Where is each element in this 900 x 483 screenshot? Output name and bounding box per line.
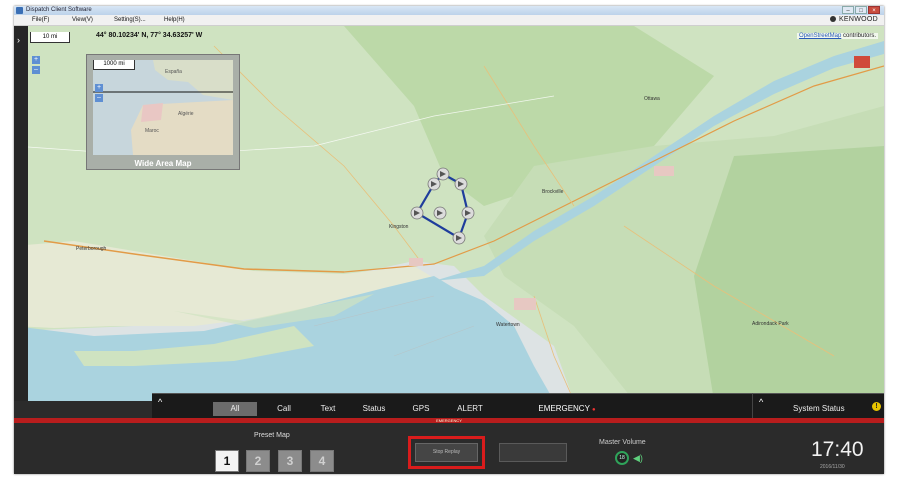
menu-file[interactable]: File(F)	[32, 17, 49, 23]
app-icon	[16, 7, 23, 14]
brand-text: KENWOOD	[838, 16, 878, 23]
master-volume-label: Master Volume	[599, 439, 646, 446]
osm-link[interactable]: OpenStreetMap	[799, 33, 841, 39]
message-tabs-panel: ^ All Call Text Status GPS ALERT EMERGEN…	[152, 393, 752, 419]
map-zoom-out-button[interactable]: –	[32, 66, 40, 74]
wide-area-map-view: España Algérie Maroc + –	[93, 60, 233, 155]
menu-setting[interactable]: Setting(S)...	[114, 17, 146, 23]
menu-bar: File(F) View(V) Setting(S)... Help(H) KE…	[14, 15, 884, 26]
collapse-icon[interactable]: ^	[158, 397, 162, 407]
map-label: Watertown	[496, 322, 520, 328]
wide-area-map-title: Wide Area Map	[134, 159, 192, 168]
map-label: Kingston	[389, 224, 409, 230]
highlight-box	[408, 436, 485, 469]
title-bar: Dispatch Client Software – □ ×	[14, 6, 884, 15]
preset-map-title: Preset Map	[254, 432, 290, 439]
side-panel-toggle[interactable]: ›	[14, 26, 28, 401]
tab-text[interactable]: Text	[308, 402, 348, 416]
preset-map-button-3[interactable]: 3	[278, 450, 302, 472]
kenwood-icon	[829, 16, 836, 22]
expand-icon: ›	[17, 35, 20, 45]
attribution-text: contributors.	[841, 33, 876, 39]
tab-emergency[interactable]: EMERGENCY ●	[527, 402, 607, 416]
maximize-button[interactable]: □	[855, 6, 867, 14]
map-label: Peterborough	[76, 246, 107, 252]
close-button[interactable]: ×	[868, 6, 880, 14]
wide-map-zoom-in-button[interactable]: +	[95, 84, 103, 92]
tab-gps[interactable]: GPS	[402, 402, 440, 416]
main-map[interactable]: › 10 mi 44° 80.10234' N, 77° 34.63257' W…	[14, 26, 884, 401]
clock-date: 2016/11/30	[820, 464, 845, 470]
emergency-bar: EMERGENCY	[14, 418, 884, 423]
map-zoom-in-button[interactable]: +	[32, 56, 40, 64]
menu-view[interactable]: View(V)	[72, 17, 93, 23]
preset-map-button-4[interactable]: 4	[310, 450, 334, 472]
map-coordinates: 44° 80.10234' N, 77° 34.63257' W	[96, 32, 203, 39]
collapse-icon[interactable]: ^	[759, 397, 763, 407]
clock-time: 17:40	[811, 438, 864, 461]
master-volume-knob[interactable]: 18	[615, 451, 629, 465]
kenwood-logo: KENWOOD	[829, 16, 878, 23]
system-status-label: System Status	[793, 404, 845, 413]
wide-area-map[interactable]: España Algérie Maroc + – 1000 mi Wide Ar…	[86, 54, 240, 170]
wide-map-label: Algérie	[178, 111, 194, 117]
minimize-button[interactable]: –	[842, 6, 854, 14]
dispatch-client-window: Dispatch Client Software – □ × File(F) V…	[14, 6, 884, 474]
map-label: Brockville	[542, 189, 564, 195]
speaker-icon[interactable]: ◀)	[633, 453, 643, 464]
window-title: Dispatch Client Software	[26, 7, 92, 13]
tab-status[interactable]: Status	[352, 402, 396, 416]
system-status-panel[interactable]: ^ System Status !	[752, 393, 884, 419]
preset-map-button-1[interactable]: 1	[215, 450, 239, 472]
emergency-tab-label: EMERGENCY	[538, 404, 590, 413]
emergency-badge-icon: ●	[592, 407, 596, 413]
tab-alert[interactable]: ALERT	[448, 402, 492, 416]
tab-call[interactable]: Call	[264, 402, 304, 416]
wide-map-zoom-out-button[interactable]: –	[95, 94, 103, 102]
map-label: Ottawa	[644, 96, 660, 102]
menu-help[interactable]: Help(H)	[164, 17, 185, 23]
map-scale: 10 mi	[30, 32, 70, 43]
blank-button[interactable]	[499, 443, 567, 462]
wide-map-label: Maroc	[145, 128, 159, 134]
map-label: Adirondack Park	[752, 321, 789, 327]
wide-map-scale: 1000 mi	[93, 60, 135, 70]
tab-all[interactable]: All	[213, 402, 257, 416]
map-attribution: OpenStreetMap contributors.	[796, 33, 878, 39]
warning-icon[interactable]: !	[872, 402, 881, 411]
preset-map-button-2[interactable]: 2	[246, 450, 270, 472]
wide-area-map-tiles: España Algérie Maroc	[93, 60, 233, 155]
wide-map-label: España	[165, 69, 182, 75]
